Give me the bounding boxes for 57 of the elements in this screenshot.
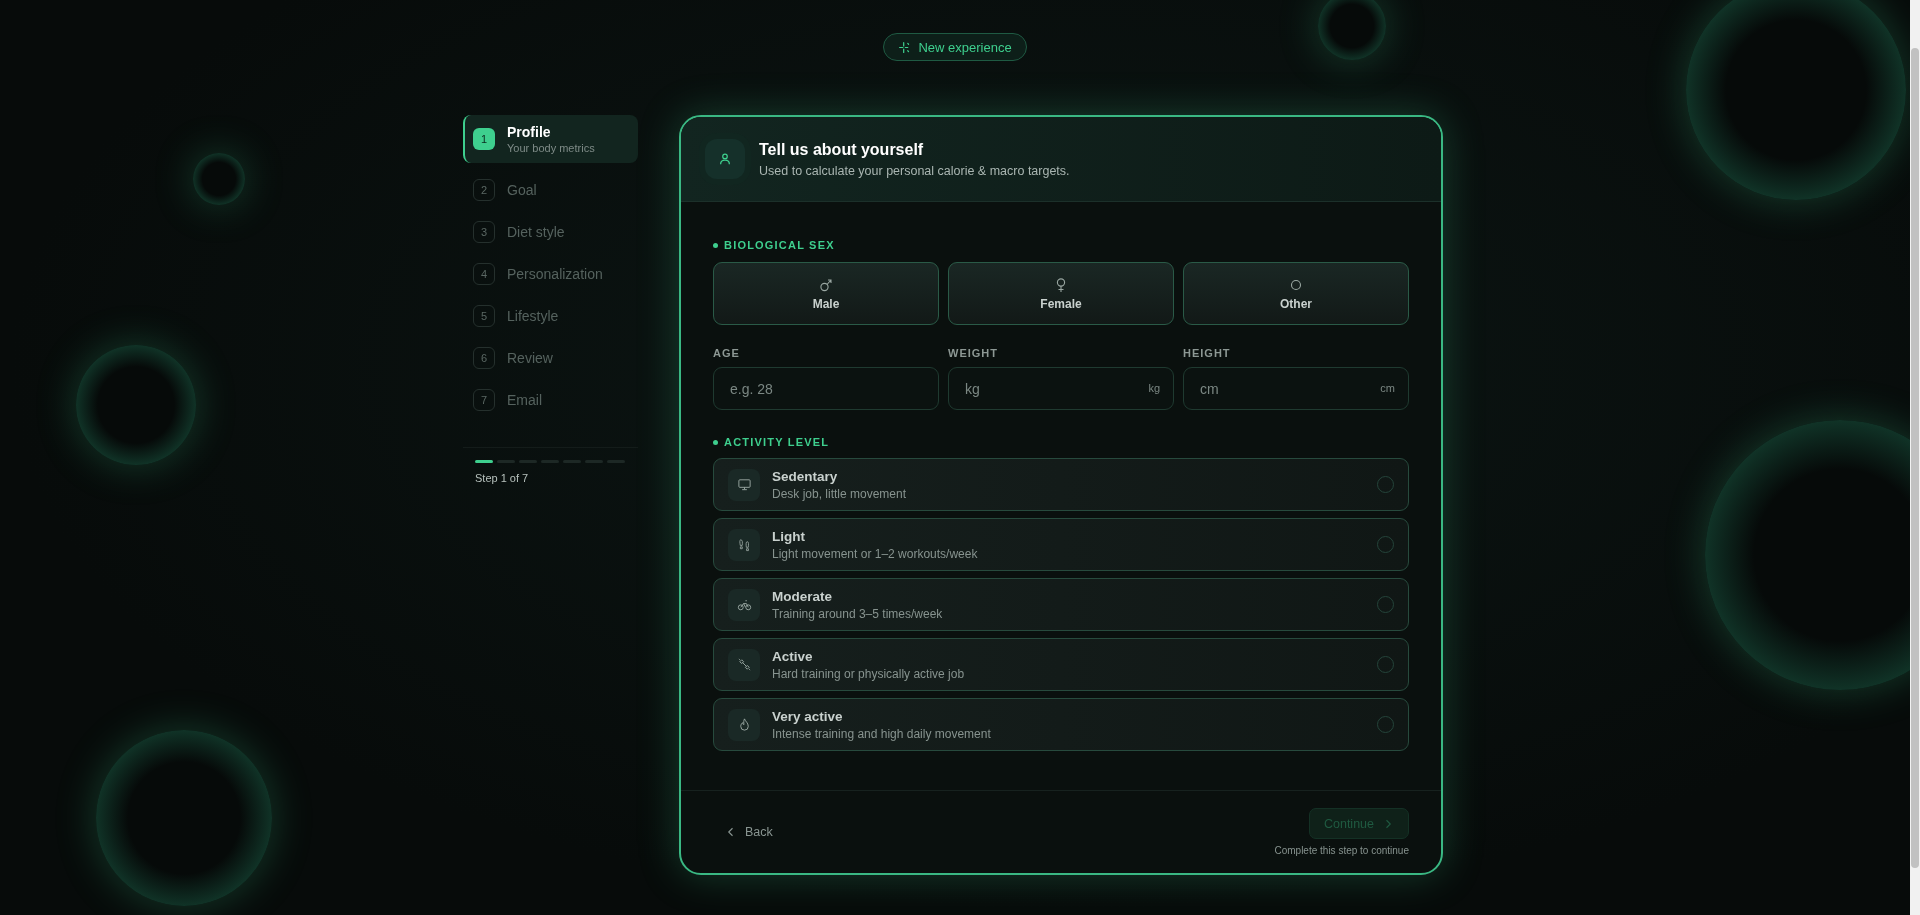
activity-option[interactable]: Light Light movement or 1–2 workouts/week [713, 518, 1409, 571]
continue-hint: Complete this step to continue [1274, 845, 1409, 856]
activity-title: Light [772, 528, 806, 544]
activity-description: Desk job, little movement [772, 486, 908, 501]
step-number: 1 [473, 128, 495, 150]
activity-title: Active [772, 648, 814, 664]
dumbbell-icon [736, 657, 752, 672]
step-subtitle: Your body metrics [507, 142, 595, 154]
activity-option[interactable]: Sedentary Desk job, little movement [713, 458, 1409, 511]
field-label: WEIGHT [948, 347, 999, 359]
activity-description: Intense training and high daily movement [772, 726, 992, 741]
activity-option[interactable]: Active Hard training or physically active job [713, 638, 1409, 691]
activity-title: Very active [772, 708, 844, 724]
monitor-icon [736, 477, 752, 492]
male-symbol-icon [818, 276, 834, 293]
step-number: 4 [473, 263, 495, 285]
step-title: Review [507, 350, 553, 366]
sex-option[interactable]: Female [948, 262, 1174, 325]
glow-bubble [1318, 0, 1386, 60]
unit-label: kg [1148, 382, 1160, 394]
back-button[interactable]: Back [725, 825, 773, 839]
activity-option[interactable]: Very active Intense training and high daily movement [713, 698, 1409, 751]
footprints-icon [736, 537, 752, 552]
sex-option[interactable]: Other [1183, 262, 1409, 325]
step-title: Email [507, 392, 542, 408]
step-counter: Step 1 of 7 [475, 472, 530, 484]
step-title: Diet style [507, 224, 565, 240]
card-subtitle: Used to calculate your personal calorie & macro targets. [759, 163, 1070, 178]
card-title: Tell us about yourself [759, 140, 925, 159]
field-label: AGE [713, 347, 741, 359]
activity-title: Sedentary [772, 468, 839, 484]
scroll-bar[interactable] [1910, 0, 1920, 915]
activity-description: Light movement or 1–2 workouts/week [772, 546, 979, 561]
step-number: 3 [473, 221, 495, 243]
step-title: Goal [507, 182, 537, 198]
activity-option[interactable]: Moderate Training around 3–5 times/week [713, 578, 1409, 631]
glow-bubble [193, 153, 245, 205]
section-label: ACTIVITY LEVEL [713, 436, 1409, 448]
step-number: 5 [473, 305, 495, 327]
step-number: 2 [473, 179, 495, 201]
sparkle-icon [898, 40, 912, 54]
step-title: Personalization [507, 266, 603, 282]
step-item[interactable]: 1 Profile Your body metrics [463, 115, 638, 163]
unit-label: cm [1380, 382, 1395, 394]
new-experience-badge[interactable]: New experience [883, 33, 1027, 61]
activity-title: Moderate [772, 588, 833, 604]
step-title: Profile [507, 124, 552, 140]
section-label: BIOLOGICAL SEX [713, 239, 1409, 251]
bicycle-icon [736, 597, 752, 612]
activity-description: Training around 3–5 times/week [772, 606, 944, 621]
input-field[interactable]: e.g. 28 [713, 367, 939, 410]
step-title: Lifestyle [507, 308, 559, 324]
activity-description: Hard training or physically active job [772, 666, 966, 681]
field-label: HEIGHT [1183, 347, 1232, 359]
step-number: 6 [473, 347, 495, 369]
sex-option[interactable]: Male [713, 262, 939, 325]
step-number: 7 [473, 389, 495, 411]
